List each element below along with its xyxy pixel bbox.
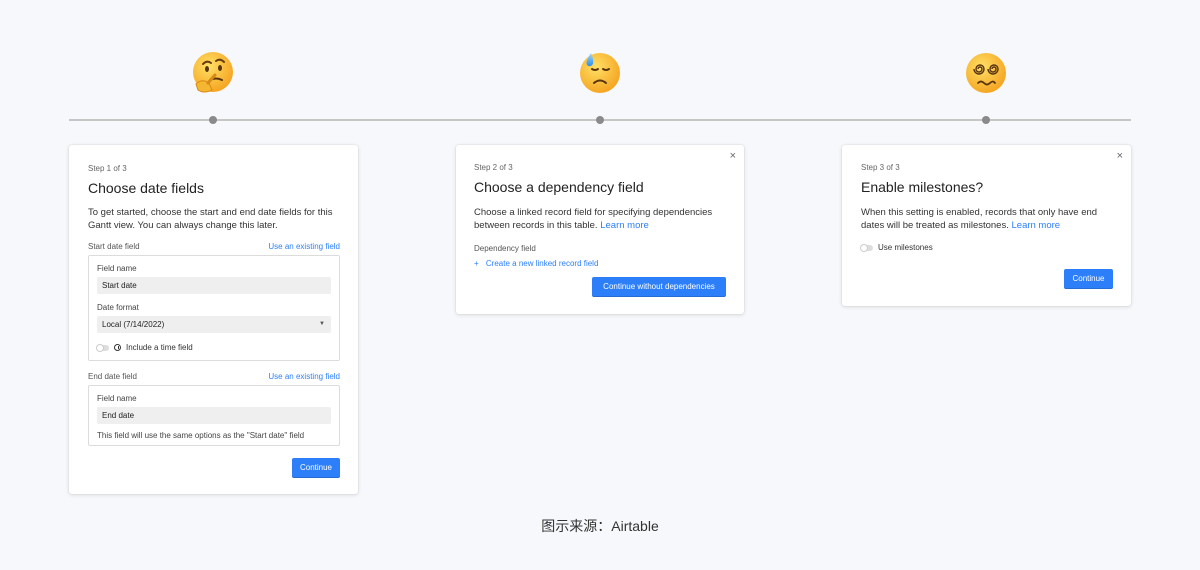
end-field-name-label: Field name [97, 394, 137, 403]
step2-close-icon[interactable]: × [730, 150, 736, 162]
timeline-dot-3 [982, 116, 990, 124]
step3-card: × Step 3 of 3 Enable milestones? When th… [842, 145, 1131, 306]
milestones-toggle-label: Use milestones [878, 243, 933, 252]
end-date-field-label: End date field [88, 372, 137, 381]
thinking-face-icon [190, 50, 236, 96]
step3-learn-more-link[interactable]: Learn more [1012, 220, 1061, 231]
continue-without-dependencies-button[interactable]: Continue without dependencies [592, 277, 726, 297]
date-format-value: Local (7/14/2022) [102, 320, 165, 329]
date-format-label: Date format [97, 303, 139, 312]
step3-description-block: When this setting is enabled, records th… [861, 206, 1115, 232]
step2-step-label: Step 2 of 3 [474, 163, 513, 172]
milestones-toggle[interactable] [861, 244, 873, 251]
step1-title: Choose date fields [88, 180, 204, 196]
date-format-select[interactable]: Local (7/14/2022) ▼ [97, 316, 331, 333]
create-linked-record-field-row[interactable]: + Create a new linked record field [474, 259, 728, 268]
end-field-name-input[interactable]: End date [97, 407, 331, 424]
step2-description-block: Choose a linked record field for specify… [474, 206, 728, 232]
end-field-note: This field will use the same options as … [97, 431, 305, 440]
start-field-name-label: Field name [97, 264, 137, 273]
end-date-field-box: Field name End date This field will use … [88, 385, 340, 446]
plus-icon: + [474, 259, 479, 268]
time-field-toggle[interactable] [97, 344, 109, 351]
step3-description: When this setting is enabled, records th… [861, 207, 1098, 231]
step2-description: Choose a linked record field for specify… [474, 207, 713, 231]
start-date-field-box: Field name Start date Date format Local … [88, 255, 340, 361]
start-date-field-label: Start date field [88, 242, 140, 251]
dependency-field-label: Dependency field [474, 244, 536, 253]
step3-close-icon[interactable]: × [1117, 150, 1123, 162]
step2-title: Choose a dependency field [474, 179, 644, 195]
time-field-label: Include a time field [126, 343, 193, 352]
timeline-dot-1 [209, 116, 217, 124]
start-use-existing-field-link[interactable]: Use an existing field [268, 242, 340, 251]
step3-step-label: Step 3 of 3 [861, 163, 900, 172]
step2-learn-more-link[interactable]: Learn more [600, 220, 649, 231]
step1-continue-button[interactable]: Continue [292, 458, 340, 478]
step2-card: × Step 2 of 3 Choose a dependency field … [456, 145, 744, 314]
caret-down-icon: ▼ [319, 321, 325, 327]
step1-card: Step 1 of 3 Choose date fields To get st… [69, 145, 358, 494]
dizzy-face-icon [963, 50, 1009, 96]
create-linked-record-field-link[interactable]: Create a new linked record field [486, 259, 599, 268]
step3-title: Enable milestones? [861, 179, 984, 195]
step1-step-label: Step 1 of 3 [88, 164, 127, 173]
end-use-existing-field-link[interactable]: Use an existing field [268, 372, 340, 381]
start-field-name-input[interactable]: Start date [97, 277, 331, 294]
clock-icon [114, 344, 121, 351]
step3-continue-button[interactable]: Continue [1064, 269, 1113, 289]
timeline-dot-2 [596, 116, 604, 124]
step1-description: To get started, choose the start and end… [88, 207, 333, 231]
image-caption: 图示来源：Airtable [541, 518, 659, 534]
downcast-face-with-sweat-icon [577, 50, 623, 96]
